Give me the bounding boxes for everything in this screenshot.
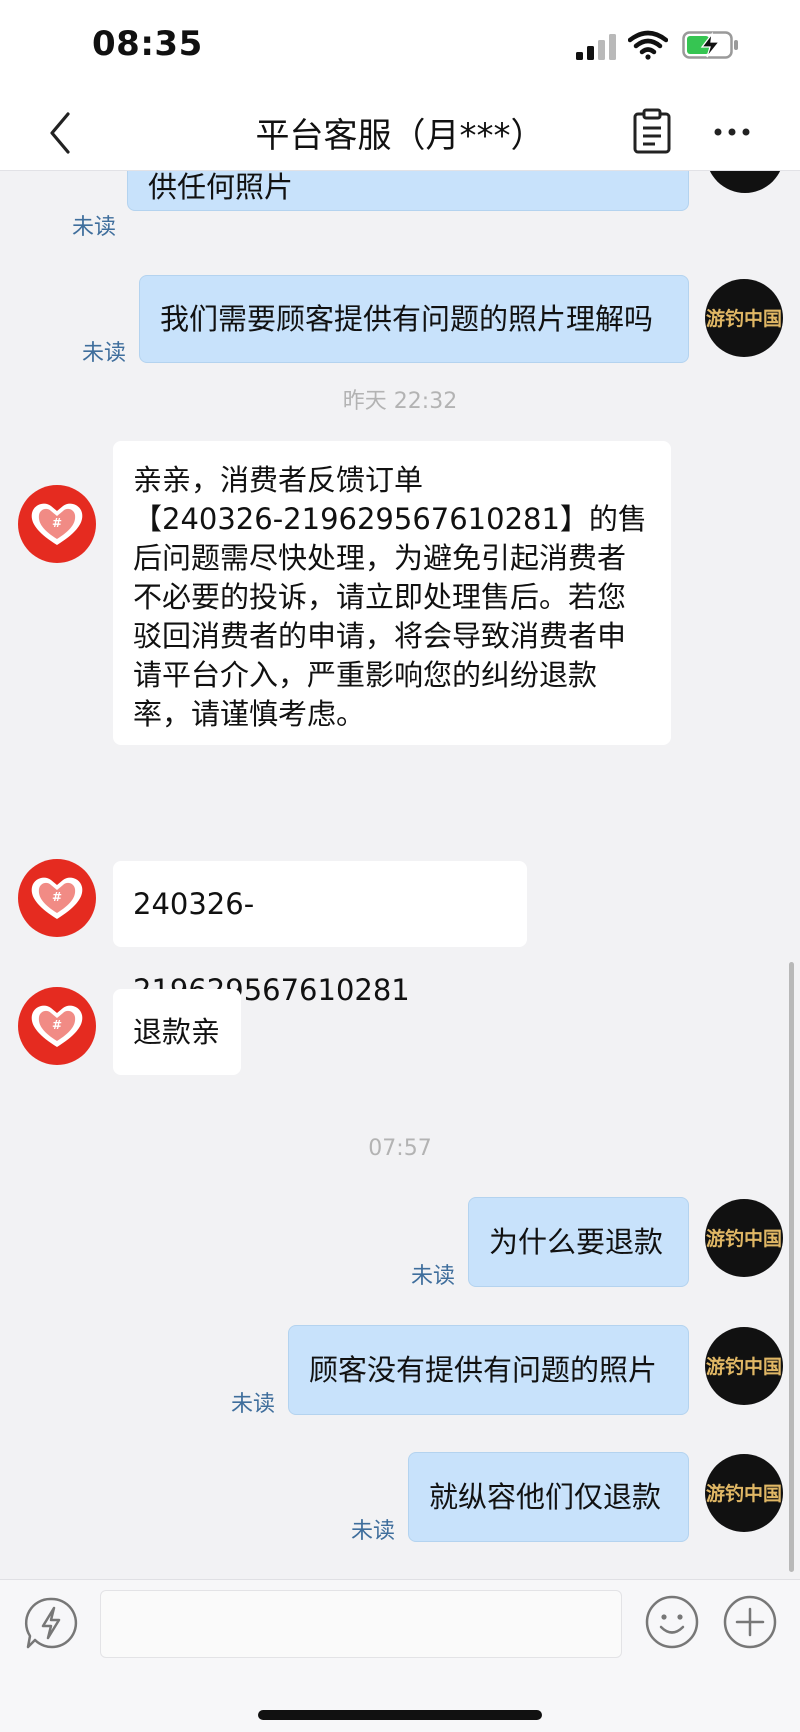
shop-logo: 游钓中国	[706, 1227, 782, 1250]
service-message-bubble[interactable]: 亲亲，消费者反馈订单 【240326-219629567610281】的售 后问…	[113, 441, 671, 745]
page-title: 平台客服（月***）	[255, 116, 545, 156]
shop-avatar[interactable]: 游钓中国	[705, 279, 783, 357]
pdd-service-avatar[interactable]: #	[18, 859, 96, 937]
add-attachment-icon[interactable]	[722, 1594, 778, 1650]
signal-icon	[576, 34, 616, 60]
timestamp: 07:57	[368, 1136, 432, 1161]
shop-avatar[interactable]: 游钓中国	[705, 1199, 783, 1277]
my-message-bubble[interactable]: 为什么要退款	[468, 1197, 689, 1287]
unread-label: 未读	[231, 1392, 276, 1417]
status-bar: 08:35	[0, 0, 800, 96]
service-message-bubble[interactable]: 240326-219629567610281	[113, 861, 527, 1007]
unread-label: 未读	[351, 1519, 396, 1544]
shop-logo: 游钓中国	[706, 1355, 782, 1378]
shop-avatar[interactable]: 游钓中国	[705, 1327, 783, 1405]
pdd-service-avatar[interactable]: #	[18, 485, 96, 563]
shop-logo: 游钓中国	[706, 1482, 782, 1505]
chat-scrollbar[interactable]	[789, 962, 794, 1572]
svg-text:游钓中国: 游钓中国	[706, 1227, 782, 1250]
svg-text:#: #	[52, 516, 62, 530]
my-message-bubble[interactable]: 供任何照片	[127, 171, 689, 211]
pdd-service-avatar[interactable]: #	[18, 987, 96, 1065]
status-time: 08:35	[92, 24, 203, 64]
my-message-bubble[interactable]: 顾客没有提供有问题的照片	[288, 1325, 689, 1415]
pdd-heart-icon: #	[31, 1005, 83, 1047]
svg-text:游钓中国: 游钓中国	[706, 1482, 782, 1505]
message-input-bar	[0, 1579, 800, 1732]
home-indicator	[258, 1710, 542, 1720]
svg-text:游钓中国: 游钓中国	[706, 307, 782, 330]
battery-charging-icon	[682, 31, 738, 59]
svg-text:游钓中国: 游钓中国	[706, 1355, 782, 1378]
more-options-icon[interactable]	[712, 118, 752, 146]
my-message-bubble[interactable]: 就纵容他们仅退款	[408, 1452, 689, 1542]
shop-avatar[interactable]: 游钓中国	[705, 1454, 783, 1532]
chat-area[interactable]: 供任何照片 未读 我们需要顾客提供有问题的照片理解吗 未读 游钓中国 昨天 22…	[0, 171, 800, 1579]
timestamp: 昨天 22:32	[342, 389, 458, 414]
pdd-heart-icon: #	[31, 503, 83, 545]
unread-label: 未读	[411, 1264, 456, 1289]
pdd-heart-icon: #	[31, 877, 83, 919]
unread-label: 未读	[72, 215, 117, 240]
unread-label: 未读	[82, 341, 127, 366]
my-message-bubble[interactable]: 我们需要顾客提供有问题的照片理解吗	[139, 275, 689, 363]
shop-avatar[interactable]	[706, 171, 784, 193]
order-document-icon[interactable]	[632, 108, 672, 154]
svg-text:#: #	[52, 1018, 62, 1032]
quick-reply-bolt-icon[interactable]	[24, 1596, 78, 1650]
message-input[interactable]	[100, 1590, 622, 1658]
service-message-bubble[interactable]: 退款亲	[113, 989, 241, 1075]
shop-logo: 游钓中国	[706, 307, 782, 330]
emoji-icon[interactable]	[644, 1594, 700, 1650]
wifi-icon	[628, 30, 668, 60]
nav-bar: 平台客服（月***）	[0, 96, 800, 171]
svg-text:#: #	[52, 890, 62, 904]
